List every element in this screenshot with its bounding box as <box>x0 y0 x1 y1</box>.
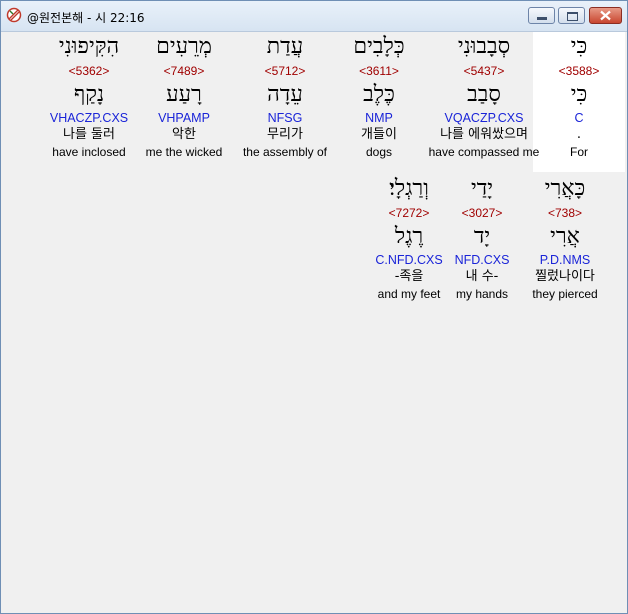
korean-gloss: 개들이 <box>361 127 397 142</box>
english-gloss: they pierced <box>532 287 598 301</box>
english-gloss: me the wicked <box>145 145 223 159</box>
strong-number: <5712> <box>264 64 306 78</box>
lemma-word: נָקַף <box>73 82 105 107</box>
window-title: @원전본해 - 시 22:16 <box>27 11 145 25</box>
hebrew-word: מְרֵעִים <box>156 34 212 59</box>
maximize-button[interactable] <box>558 7 585 24</box>
maximize-icon <box>567 12 578 21</box>
word-cell[interactable]: וְרַגְלָי׃ <7272> רֶגֶל C.NFD.CXS -족을 an… <box>363 174 455 303</box>
parsing-code: C.NFD.CXS <box>375 253 443 267</box>
close-button[interactable] <box>589 7 622 24</box>
lemma-word: עֵדָה <box>267 82 303 107</box>
word-cell[interactable]: כְּלָבִים <3611> כֶּלֶב NMP 개들이 dogs <box>333 32 425 161</box>
word-cell[interactable]: סְבָבוּנִי <5437> סָבַב VQACZP.CXS 나를 에워… <box>422 32 546 161</box>
minimize-button[interactable] <box>528 7 555 24</box>
lemma-word: רֶגֶל <box>394 224 424 249</box>
korean-gloss: 찔렀나이다 <box>535 269 595 284</box>
word-cell[interactable]: הִקִּיפוּנִי <5362> נָקַף VHACZP.CXS 나를 … <box>43 32 135 161</box>
parsing-code: VQACZP.CXS <box>444 111 524 125</box>
parsing-code: NFSG <box>267 111 303 125</box>
strong-number: <7272> <box>388 206 430 220</box>
strong-number: <3588> <box>558 64 600 78</box>
korean-gloss: 나를 에워쌌으며 <box>440 127 528 142</box>
lemma-word: אֲרִי <box>550 224 580 249</box>
english-gloss: and my feet <box>377 287 441 301</box>
strong-number: <738> <box>547 206 583 220</box>
parsing-code: C <box>574 111 584 125</box>
korean-gloss: 나를 둘러 <box>63 127 115 142</box>
english-gloss: the assembly of <box>242 145 328 159</box>
hebrew-word: וְרַגְלָי׃ <box>389 176 429 201</box>
word-cell[interactable]: כִּי <3588> כִּי C . For <box>533 32 625 172</box>
lemma-word: כִּי <box>570 82 588 107</box>
korean-gloss: . <box>576 127 582 142</box>
strong-number: <7489> <box>163 64 205 78</box>
hebrew-word: סְבָבוּנִי <box>457 34 511 59</box>
english-gloss: dogs <box>365 145 393 159</box>
strong-number: <5362> <box>68 64 110 78</box>
lemma-word: סָבַב <box>467 82 501 107</box>
parsing-code: P.D.NMS <box>539 253 591 267</box>
parsing-code: VHACZP.CXS <box>49 111 129 125</box>
hebrew-word: עֲדַת <box>266 34 304 59</box>
title-bar[interactable]: @원전본해 - 시 22:16 <box>1 1 627 32</box>
hebrew-word: כָּאֲרִי <box>544 176 586 201</box>
interlinear-panel: כִּי <3588> כִּי C . For סְבָבוּנִי <543… <box>3 32 625 610</box>
strong-number: <3611> <box>359 64 399 78</box>
app-logo-icon <box>6 7 22 23</box>
word-cell[interactable]: כָּאֲרִי <738> אֲרִי P.D.NMS 찔렀나이다 they … <box>519 174 611 303</box>
word-cell[interactable]: עֲדַת <5712> עֵדָה NFSG 무리가 the assembly… <box>235 32 335 161</box>
strong-number: <5437> <box>463 64 505 78</box>
hebrew-word: הִקִּיפוּנִי <box>58 34 120 59</box>
close-icon <box>600 10 611 21</box>
korean-gloss: 악한 <box>172 127 196 142</box>
english-gloss: have inclosed <box>52 145 126 159</box>
minimize-icon <box>537 17 547 20</box>
english-gloss: have compassed me <box>428 145 540 159</box>
english-gloss: For <box>570 145 588 159</box>
app-window: @원전본해 - 시 22:16 כִּי <3588> כִּי C . For… <box>0 0 628 614</box>
lemma-word: כֶּלֶב <box>363 82 395 107</box>
parsing-code: VHPAMP <box>158 111 210 125</box>
hebrew-word: כְּלָבִים <box>353 34 405 59</box>
parsing-code: NMP <box>365 111 393 125</box>
lemma-word: רָעַע <box>166 82 202 107</box>
hebrew-word: כִּי <box>570 34 588 59</box>
word-cell[interactable]: מְרֵעִים <7489> רָעַע VHPAMP 악한 me the w… <box>137 32 231 161</box>
korean-gloss: -족을 <box>394 269 424 284</box>
korean-gloss: 무리가 <box>267 127 303 142</box>
